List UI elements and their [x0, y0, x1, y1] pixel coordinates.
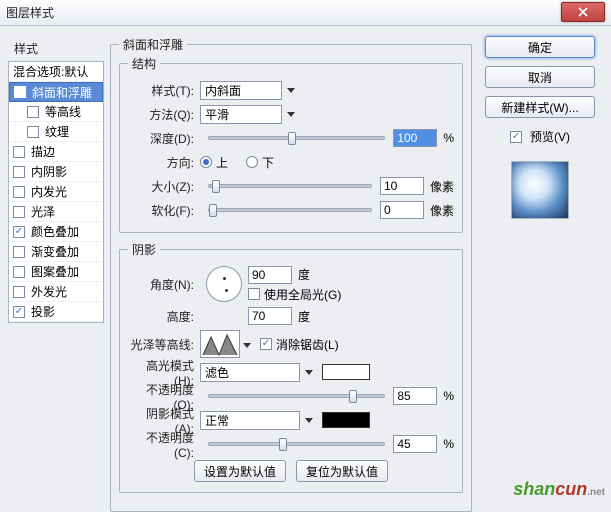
- styles-list: 混合选项:默认 斜面和浮雕 等高线 纹理 描边 内阴影 内发光 光泽 颜色叠加 …: [8, 61, 104, 323]
- style-inner-shadow[interactable]: 内阴影: [9, 162, 103, 182]
- ok-button[interactable]: 确定: [485, 36, 595, 58]
- checkbox-icon[interactable]: [13, 206, 25, 218]
- checkbox-icon[interactable]: [13, 306, 25, 318]
- shadow-opacity-slider[interactable]: [208, 442, 385, 446]
- angle-dial[interactable]: [206, 266, 242, 302]
- bevel-settings: 斜面和浮雕 结构 样式(T): 内斜面 方法(Q): 平滑 深度(D): 100…: [110, 36, 472, 498]
- style-color-overlay[interactable]: 颜色叠加: [9, 222, 103, 242]
- angle-label: 角度(N):: [128, 276, 200, 293]
- reset-default-button[interactable]: 复位为默认值: [296, 460, 388, 482]
- style-stroke[interactable]: 描边: [9, 142, 103, 162]
- style-drop-shadow[interactable]: 投影: [9, 302, 103, 322]
- title-bar: 图层样式: [0, 0, 611, 26]
- style-pattern-overlay[interactable]: 图案叠加: [9, 262, 103, 282]
- depth-slider[interactable]: [208, 136, 385, 140]
- chevron-down-icon: [243, 343, 251, 348]
- style-combo[interactable]: 内斜面: [200, 81, 282, 100]
- right-panel: 确定 取消 新建样式(W)... 预览(V): [480, 36, 600, 498]
- angle-input[interactable]: 90: [248, 266, 292, 284]
- shadow-color-swatch[interactable]: [322, 412, 370, 428]
- highlight-color-swatch[interactable]: [322, 364, 370, 380]
- slider-thumb-icon[interactable]: [349, 390, 357, 403]
- size-slider[interactable]: [208, 184, 372, 188]
- slider-thumb-icon[interactable]: [279, 438, 287, 451]
- depth-input[interactable]: 100: [393, 129, 437, 147]
- make-default-button[interactable]: 设置为默认值: [194, 460, 286, 482]
- style-satin[interactable]: 光泽: [9, 202, 103, 222]
- global-light-checkbox[interactable]: [248, 288, 260, 300]
- altitude-input[interactable]: 70: [248, 307, 292, 325]
- direction-down-radio[interactable]: [246, 156, 258, 168]
- slider-thumb-icon[interactable]: [288, 132, 296, 145]
- soften-label: 软化(F):: [128, 202, 200, 219]
- chevron-down-icon: [287, 112, 295, 117]
- shadow-opacity-label: 不透明度(C):: [128, 429, 200, 460]
- styles-header: 样式: [8, 36, 104, 61]
- shadow-opacity-input[interactable]: 45: [393, 435, 437, 453]
- size-input[interactable]: 10: [380, 177, 424, 195]
- style-inner-glow[interactable]: 内发光: [9, 182, 103, 202]
- size-label: 大小(Z):: [128, 178, 200, 195]
- direction-up-radio[interactable]: [200, 156, 212, 168]
- antialias-checkbox[interactable]: [260, 338, 272, 350]
- structure-legend: 结构: [128, 55, 160, 72]
- slider-thumb-icon[interactable]: [209, 204, 217, 217]
- soften-input[interactable]: 0: [380, 201, 424, 219]
- cancel-button[interactable]: 取消: [485, 66, 595, 88]
- depth-unit: %: [443, 131, 454, 145]
- close-icon: [578, 7, 588, 17]
- style-label: 样式(T):: [128, 82, 200, 99]
- preview-label: 预览(V): [530, 128, 570, 145]
- altitude-label: 高度:: [128, 308, 200, 325]
- gloss-contour-picker[interactable]: [200, 330, 240, 358]
- style-texture[interactable]: 纹理: [9, 122, 103, 142]
- shading-legend: 阴影: [128, 241, 160, 258]
- style-outer-glow[interactable]: 外发光: [9, 282, 103, 302]
- checkbox-icon[interactable]: [27, 106, 39, 118]
- shading-group: 阴影 角度(N): 90 度 使用全局光(G): [119, 241, 463, 493]
- chevron-down-icon: [305, 370, 313, 375]
- soften-slider[interactable]: [208, 208, 372, 212]
- checkbox-icon[interactable]: [27, 126, 39, 138]
- highlight-opacity-slider[interactable]: [208, 394, 385, 398]
- checkbox-icon[interactable]: [13, 266, 25, 278]
- new-style-button[interactable]: 新建样式(W)...: [485, 96, 595, 118]
- checkbox-icon[interactable]: [13, 246, 25, 258]
- style-contour[interactable]: 等高线: [9, 102, 103, 122]
- style-gradient-overlay[interactable]: 渐变叠加: [9, 242, 103, 262]
- chevron-down-icon: [287, 88, 295, 93]
- highlight-mode-combo[interactable]: 滤色: [200, 363, 300, 382]
- styles-panel: 样式 混合选项:默认 斜面和浮雕 等高线 纹理 描边 内阴影 内发光 光泽 颜色…: [8, 36, 104, 498]
- chevron-down-icon: [305, 418, 313, 423]
- window-title: 图层样式: [6, 4, 54, 21]
- blending-options[interactable]: 混合选项:默认: [9, 62, 103, 82]
- technique-label: 方法(Q):: [128, 106, 200, 123]
- checkbox-icon[interactable]: [13, 166, 25, 178]
- checkbox-icon[interactable]: [13, 226, 25, 238]
- structure-group: 结构 样式(T): 内斜面 方法(Q): 平滑 深度(D): 100 % 方向:: [119, 55, 463, 233]
- checkbox-icon[interactable]: [13, 186, 25, 198]
- slider-thumb-icon[interactable]: [212, 180, 220, 193]
- style-bevel[interactable]: 斜面和浮雕: [9, 82, 103, 102]
- watermark: shancun.net: [513, 479, 605, 500]
- technique-combo[interactable]: 平滑: [200, 105, 282, 124]
- highlight-opacity-input[interactable]: 85: [393, 387, 437, 405]
- preview-checkbox[interactable]: [510, 131, 522, 143]
- checkbox-icon[interactable]: [14, 86, 26, 98]
- checkbox-icon[interactable]: [13, 286, 25, 298]
- shadow-mode-combo[interactable]: 正常: [200, 411, 300, 430]
- bevel-legend: 斜面和浮雕: [119, 36, 187, 53]
- depth-label: 深度(D):: [128, 130, 200, 147]
- bevel-group: 斜面和浮雕 结构 样式(T): 内斜面 方法(Q): 平滑 深度(D): 100…: [110, 36, 472, 512]
- size-unit: 像素: [430, 178, 454, 195]
- soften-unit: 像素: [430, 202, 454, 219]
- direction-label: 方向:: [128, 154, 200, 171]
- preview-thumbnail: [511, 161, 569, 219]
- checkbox-icon[interactable]: [13, 146, 25, 158]
- gloss-contour-label: 光泽等高线:: [128, 336, 200, 353]
- close-button[interactable]: [561, 2, 605, 22]
